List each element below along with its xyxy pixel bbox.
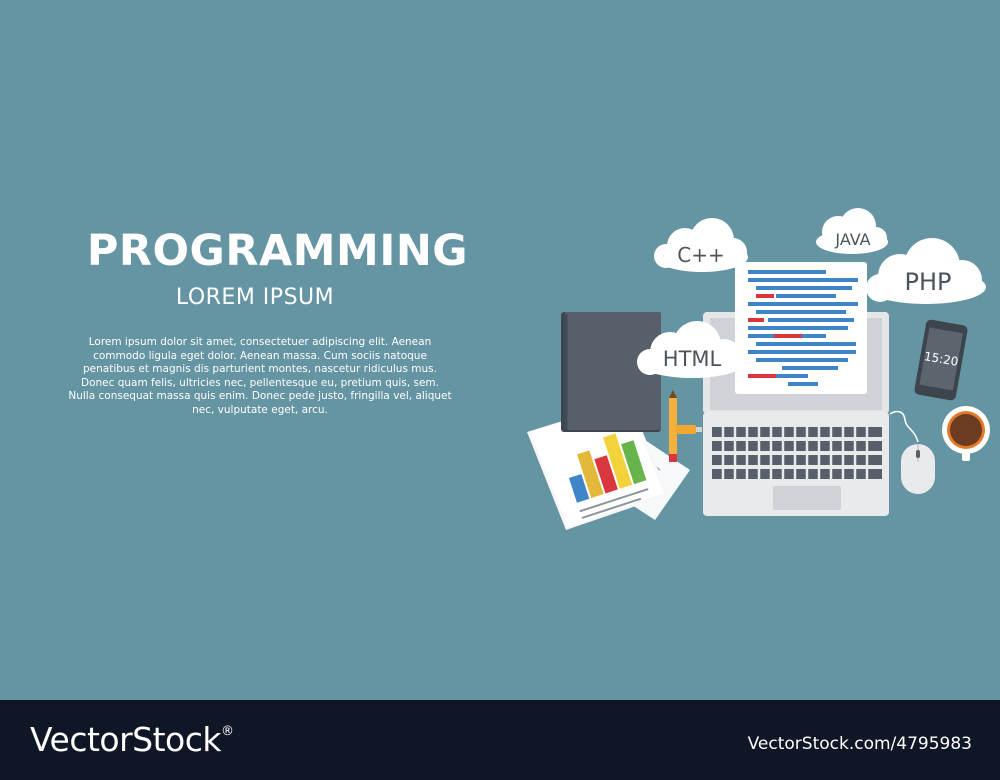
registered-mark: ®	[221, 724, 234, 739]
coffee-cup-icon	[942, 406, 990, 461]
pencil-icon	[669, 390, 677, 462]
workspace-illustration: C++ JAVA PHP HTML 15:20	[527, 208, 990, 530]
banner-background: PROGRAMMING LOREM IPSUM Lorem ipsum dolo…	[0, 0, 1000, 700]
touchpad	[773, 486, 841, 510]
cloud-php: PHP	[866, 238, 986, 304]
usb-drive-icon	[676, 425, 702, 434]
brand-name: VectorStock	[30, 720, 222, 759]
smartphone-icon: 15:20	[914, 319, 968, 401]
cloud-cpp: C++	[654, 218, 748, 272]
brand-logo: VectorStock®	[30, 720, 234, 759]
cloud-cpp-label: C++	[677, 243, 724, 267]
footer-bar: VectorStock® VectorStock.com/4795983	[0, 700, 1000, 780]
mouse-icon	[889, 410, 935, 494]
code-sheet-icon	[735, 262, 867, 394]
cloud-java-label: JAVA	[834, 230, 870, 249]
image-id: VectorStock.com/4795983	[747, 734, 972, 754]
cloud-html-label: HTML	[663, 347, 722, 371]
cloud-java: JAVA	[816, 208, 888, 254]
cloud-php-label: PHP	[905, 268, 952, 296]
